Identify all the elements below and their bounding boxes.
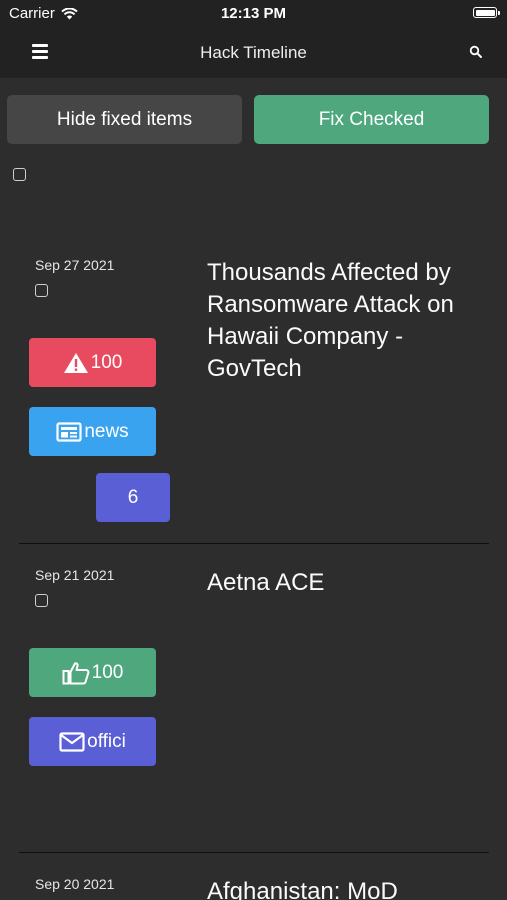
hide-fixed-items-button[interactable]: Hide fixed items <box>7 95 242 144</box>
count-badge[interactable]: 6 <box>96 473 170 522</box>
mail-icon <box>59 731 85 752</box>
status-bar: Carrier 12:13 PM <box>0 0 507 28</box>
count-badge-label: 6 <box>127 486 139 508</box>
entry-divider <box>19 852 489 853</box>
navigation-bar: Hack Timeline <box>0 28 507 78</box>
timeline-entry: Sep 20 2021 Afghanistan: MoD <box>0 864 507 900</box>
entry-date: Sep 27 2021 <box>35 257 115 273</box>
entry-headline[interactable]: Afghanistan: MoD <box>207 876 487 900</box>
source-badge-label: news <box>84 420 129 442</box>
entry-date: Sep 21 2021 <box>35 567 115 583</box>
action-button-row: Hide fixed items Fix Checked <box>7 95 489 144</box>
warning-icon <box>63 352 88 373</box>
severity-badge-label: 100 <box>90 351 123 373</box>
source-badge-label: offici <box>87 730 126 752</box>
news-icon <box>56 421 82 442</box>
entry-date: Sep 20 2021 <box>35 876 115 892</box>
select-all-checkbox[interactable] <box>13 168 26 181</box>
rating-badge-label: 100 <box>91 661 124 683</box>
entry-divider <box>19 543 489 544</box>
fix-checked-button[interactable]: Fix Checked <box>254 95 489 144</box>
entry-checkbox[interactable] <box>35 594 48 607</box>
timeline-entry: Sep 21 2021 Aetna ACE 100 offici <box>0 555 507 845</box>
entry-checkbox[interactable] <box>35 284 48 297</box>
battery-icon <box>473 7 500 18</box>
source-badge[interactable]: news <box>29 407 156 456</box>
entry-headline[interactable]: Aetna ACE <box>207 567 487 599</box>
source-badge[interactable]: offici <box>29 717 156 766</box>
timeline-entry: Sep 27 2021 Thousands Affected by Ransom… <box>0 245 507 545</box>
page-title: Hack Timeline <box>200 43 307 62</box>
clock: 12:13 PM <box>220 5 287 22</box>
search-icon[interactable] <box>469 45 483 59</box>
thumbs-up-icon <box>62 661 90 684</box>
entry-headline[interactable]: Thousands Affected by Ransomware Attack … <box>207 257 487 385</box>
severity-badge[interactable]: 100 <box>29 338 156 387</box>
rating-badge[interactable]: 100 <box>29 648 156 697</box>
